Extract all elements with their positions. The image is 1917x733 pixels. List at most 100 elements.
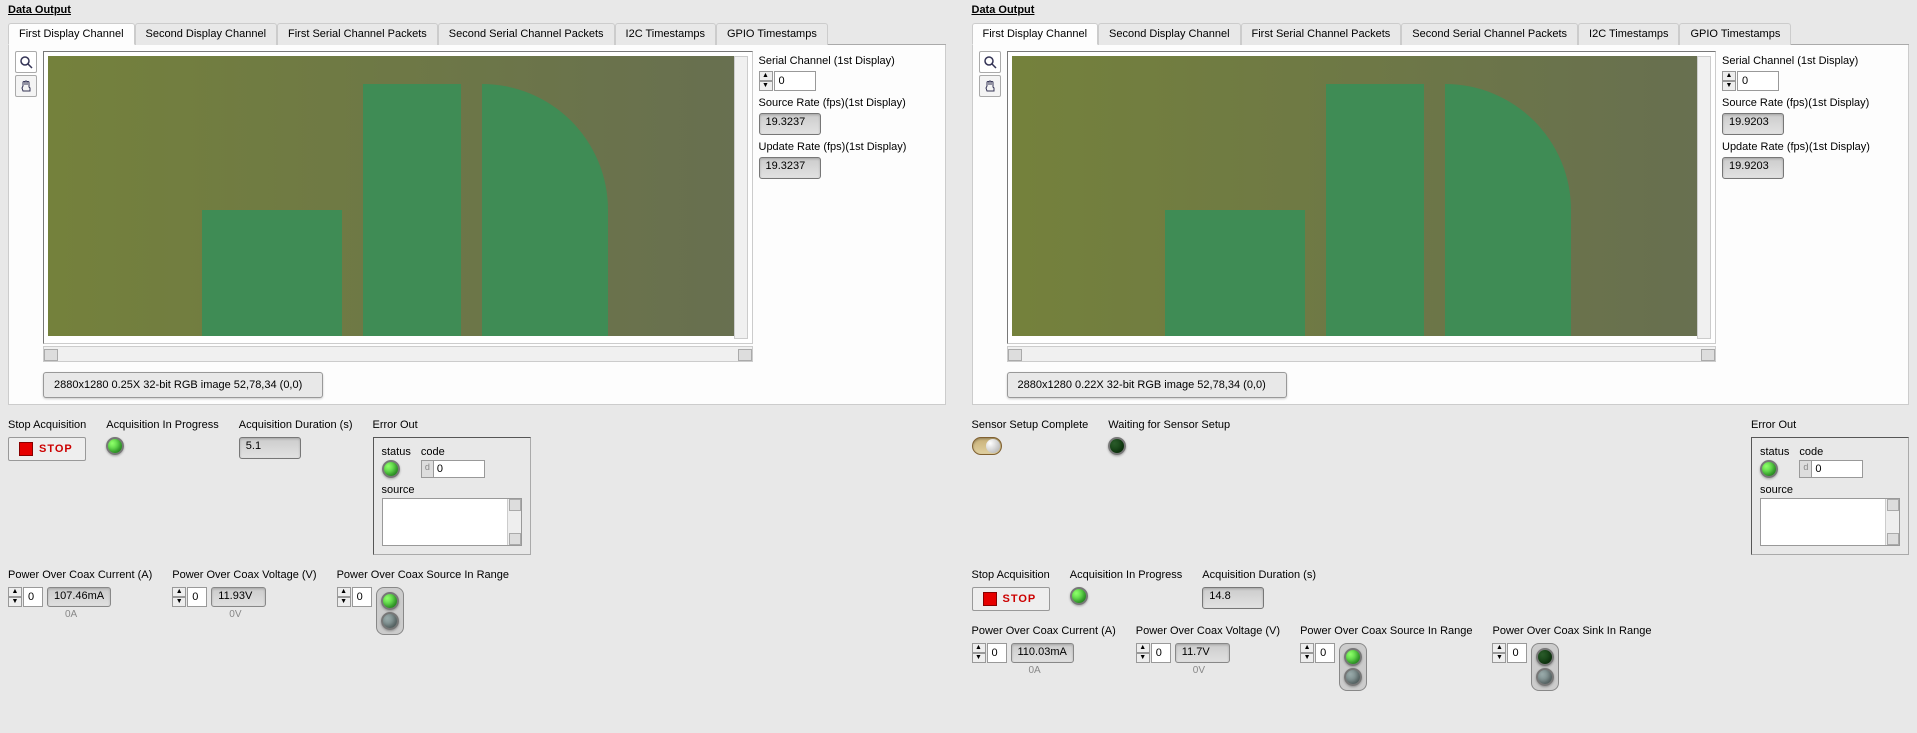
acq-in-progress-led — [106, 437, 124, 455]
horizontal-scrollbar[interactable] — [1007, 346, 1717, 362]
panel-title: Data Output — [8, 4, 71, 16]
poc-current-readout: 107.46mA — [47, 587, 111, 607]
error-status-led — [1760, 460, 1778, 478]
source-rate-readout: 19.9203 — [1722, 113, 1784, 135]
magnifier-icon — [983, 55, 997, 69]
poc-voltage-sub: 0V — [1193, 665, 1230, 676]
poc-source-index[interactable]: ▲▼ — [1300, 643, 1335, 663]
update-rate-readout: 19.9203 — [1722, 157, 1784, 179]
poc-voltage-index[interactable]: ▲▼ — [1136, 643, 1171, 663]
image-toolbar — [15, 51, 37, 398]
error-source-scrollbar[interactable] — [507, 499, 521, 545]
right-panel: Data Output First Display Channel Second… — [964, 0, 1917, 699]
pan-tool-button[interactable] — [15, 75, 37, 97]
update-rate-label: Update Rate (fps)(1st Display) — [1722, 141, 1902, 153]
acq-duration-label: Acquisition Duration (s) — [1202, 569, 1316, 581]
sensor-waiting-led — [1108, 437, 1126, 455]
error-code-field[interactable]: d — [1799, 460, 1863, 478]
magnifier-icon — [19, 55, 33, 69]
stop-acquisition-label: Stop Acquisition — [972, 569, 1050, 581]
error-source-field[interactable] — [1760, 498, 1900, 546]
poc-sink-index[interactable]: ▲▼ — [1492, 643, 1527, 663]
error-out-label: Error Out — [373, 419, 531, 431]
tab-i2c[interactable]: I2C Timestamps — [615, 23, 716, 45]
vertical-scrollbar[interactable] — [734, 56, 748, 339]
error-source-field[interactable] — [382, 498, 522, 546]
poc-source-label: Power Over Coax Source In Range — [1300, 625, 1472, 637]
poc-voltage-readout: 11.93V — [211, 587, 266, 607]
poc-source-index[interactable]: ▲▼ — [337, 587, 372, 607]
sensor-complete-toggle[interactable] — [972, 437, 1002, 455]
poc-voltage-sub: 0V — [229, 609, 266, 620]
acq-in-progress-label: Acquisition In Progress — [106, 419, 219, 431]
source-rate-readout: 19.3237 — [759, 113, 821, 135]
acq-duration-label: Acquisition Duration (s) — [239, 419, 353, 431]
image-viewport[interactable] — [1007, 51, 1717, 344]
tab-i2c[interactable]: I2C Timestamps — [1578, 23, 1679, 45]
serial-channel-field[interactable] — [1737, 71, 1779, 91]
stop-button-text: STOP — [39, 443, 73, 455]
poc-sink-led-bottom — [1536, 668, 1554, 686]
error-status-label: status — [1760, 446, 1789, 458]
zoom-tool-button[interactable] — [15, 51, 37, 73]
poc-current-label: Power Over Coax Current (A) — [8, 569, 152, 581]
serial-channel-input[interactable]: ▲▼ — [1722, 71, 1902, 91]
error-code-field[interactable]: d — [421, 460, 485, 478]
poc-current-index[interactable]: ▲▼ — [972, 643, 1007, 663]
spin-up-icon[interactable]: ▲ — [759, 71, 773, 81]
tab-gpio[interactable]: GPIO Timestamps — [716, 23, 828, 45]
poc-sink-led-top — [1536, 648, 1554, 666]
tab-second-serial[interactable]: Second Serial Channel Packets — [438, 23, 615, 45]
hand-icon — [19, 79, 33, 93]
spin-down-icon[interactable]: ▼ — [759, 81, 773, 91]
stop-icon — [19, 442, 33, 456]
poc-voltage-index[interactable]: ▲▼ — [172, 587, 207, 607]
poc-current-index[interactable]: ▲▼ — [8, 587, 43, 607]
tab-gpio[interactable]: GPIO Timestamps — [1679, 23, 1791, 45]
vertical-scrollbar[interactable] — [1697, 56, 1711, 339]
poc-voltage-label: Power Over Coax Voltage (V) — [1136, 625, 1280, 637]
image-display-area: 2880x1280 0.25X 32-bit RGB image 52,78,3… — [43, 51, 753, 398]
poc-source-led-top — [1344, 648, 1362, 666]
error-source-label: source — [382, 484, 522, 496]
pan-tool-button[interactable] — [979, 75, 1001, 97]
tab-first-serial[interactable]: First Serial Channel Packets — [277, 23, 438, 45]
error-cluster: status code d source — [1751, 437, 1909, 555]
stop-button[interactable]: STOP — [8, 437, 86, 461]
poc-source-led-bottom — [1344, 668, 1362, 686]
tab-first-serial[interactable]: First Serial Channel Packets — [1241, 23, 1402, 45]
stop-acquisition-label: Stop Acquisition — [8, 419, 86, 431]
stop-button-text: STOP — [1003, 593, 1037, 605]
acq-duration-readout: 14.8 — [1202, 587, 1264, 609]
poc-current-sub: 0A — [1029, 665, 1074, 676]
stop-button[interactable]: STOP — [972, 587, 1050, 611]
tab-body: 2880x1280 0.22X 32-bit RGB image 52,78,3… — [972, 45, 1910, 405]
stop-icon — [983, 592, 997, 606]
tab-first-display[interactable]: First Display Channel — [8, 23, 135, 45]
horizontal-scrollbar[interactable] — [43, 346, 753, 362]
tab-first-display[interactable]: First Display Channel — [972, 23, 1099, 45]
serial-channel-field[interactable] — [774, 71, 816, 91]
tab-second-serial[interactable]: Second Serial Channel Packets — [1401, 23, 1578, 45]
error-source-scrollbar[interactable] — [1885, 499, 1899, 545]
tab-second-display[interactable]: Second Display Channel — [135, 23, 277, 45]
serial-channel-label: Serial Channel (1st Display) — [1722, 55, 1902, 67]
hand-icon — [983, 79, 997, 93]
acq-in-progress-label: Acquisition In Progress — [1070, 569, 1183, 581]
poc-source-led-top — [381, 592, 399, 610]
error-source-label: source — [1760, 484, 1900, 496]
error-cluster: status code d source — [373, 437, 531, 555]
sensor-waiting-label: Waiting for Sensor Setup — [1108, 419, 1230, 431]
poc-current-label: Power Over Coax Current (A) — [972, 625, 1116, 637]
error-code-label: code — [421, 446, 485, 458]
tab-second-display[interactable]: Second Display Channel — [1098, 23, 1240, 45]
error-status-label: status — [382, 446, 411, 458]
serial-channel-label: Serial Channel (1st Display) — [759, 55, 939, 67]
image-display-area: 2880x1280 0.22X 32-bit RGB image 52,78,3… — [1007, 51, 1717, 398]
poc-source-led-bottom — [381, 612, 399, 630]
zoom-tool-button[interactable] — [979, 51, 1001, 73]
poc-source-led-stack — [376, 587, 404, 635]
image-viewport[interactable] — [43, 51, 753, 344]
error-out-label: Error Out — [1751, 419, 1909, 431]
serial-channel-input[interactable]: ▲▼ — [759, 71, 939, 91]
